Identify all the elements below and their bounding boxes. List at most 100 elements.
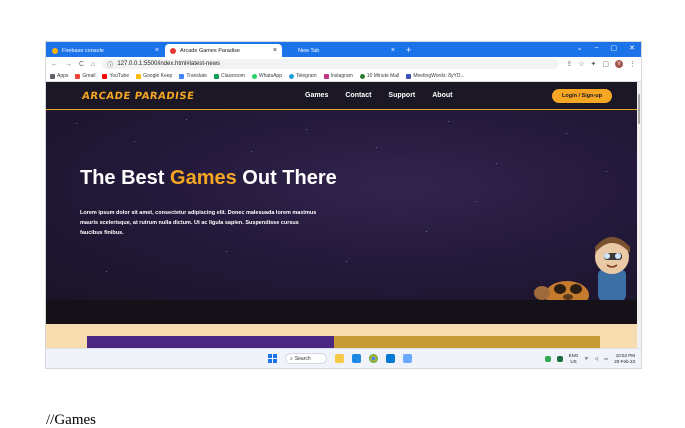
bookmark-telegram[interactable]: Telegram bbox=[288, 73, 317, 79]
forward-icon[interactable]: → bbox=[65, 61, 72, 68]
close-tab-icon[interactable]: × bbox=[273, 47, 277, 54]
home-icon[interactable]: ⌂ bbox=[91, 61, 95, 68]
extensions-icon[interactable]: ✦ bbox=[591, 60, 597, 68]
chrome-icon[interactable] bbox=[369, 354, 378, 363]
whatsapp-icon bbox=[251, 73, 257, 79]
notepad-icon[interactable] bbox=[403, 354, 412, 363]
hero-title-highlight: Games bbox=[170, 167, 237, 189]
taskbar-apps: ⌕ Search bbox=[268, 353, 412, 364]
bookmark-label: MeetingWords: 8yYD... bbox=[413, 73, 465, 79]
windows-taskbar: ⌕ Search ENG US ᯤ ◁ ▭ 10:53 PM 20-Feb-23 bbox=[46, 348, 641, 368]
login-signup-button[interactable]: Login / Sign-up bbox=[552, 89, 612, 103]
hero-title: The Best Games Out There bbox=[80, 167, 337, 190]
system-tray: ENG US ᯤ ◁ ▭ 10:53 PM 20-Feb-23 bbox=[544, 353, 635, 365]
apps-icon bbox=[50, 73, 55, 79]
windows-start-icon[interactable] bbox=[268, 354, 277, 363]
bookmark-google-keep[interactable]: Google Keep bbox=[136, 73, 172, 79]
bookmark-meetingwords[interactable]: MeetingWords: 8yYD... bbox=[406, 73, 465, 79]
bookmark-label: Apps bbox=[57, 73, 69, 79]
tab-arcade-games-paradise[interactable]: Arcade Games Paradise × bbox=[165, 44, 282, 57]
taskbar-search[interactable]: ⌕ Search bbox=[285, 353, 327, 364]
vscode-icon[interactable] bbox=[352, 354, 361, 363]
bookmark-youtube[interactable]: YouTube bbox=[102, 73, 129, 79]
games-banner-right bbox=[334, 336, 600, 348]
site-info-icon[interactable]: ⓘ bbox=[107, 60, 113, 69]
url-text: 127.0.0.1:5500/index.html#latest-news bbox=[117, 61, 221, 67]
profile-avatar[interactable]: V bbox=[615, 60, 623, 68]
bookmark-label: Gmail bbox=[82, 73, 96, 79]
hero-title-end: Out There bbox=[236, 167, 337, 189]
lang-bottom: US bbox=[570, 359, 577, 364]
bookmark-classroom[interactable]: Classroom bbox=[214, 73, 245, 79]
bookmark-10-minute-mail[interactable]: 10 Minute Mail bbox=[359, 73, 399, 79]
web-page: ARCADE PARADISE Games Contact Support Ab… bbox=[46, 82, 637, 348]
bookmark-whatsapp[interactable]: WhatsApp bbox=[251, 73, 282, 79]
bookmark-label: Classroom bbox=[221, 73, 245, 79]
telegram-icon bbox=[288, 73, 294, 79]
clock-date: 20-Feb-23 bbox=[614, 359, 635, 364]
new-tab-button[interactable]: + bbox=[406, 44, 411, 57]
site-favicon-icon bbox=[170, 47, 176, 54]
dark-section-divider bbox=[46, 300, 637, 324]
page-scrollbar[interactable] bbox=[637, 82, 641, 348]
tab-new-tab[interactable]: New Tab × bbox=[283, 44, 400, 57]
translate-icon bbox=[179, 73, 185, 79]
address-bar[interactable]: ⓘ 127.0.0.1:5500/index.html#latest-news bbox=[102, 59, 560, 69]
hero-section: The Best Games Out There Lorem ipsum dol… bbox=[46, 111, 637, 300]
nav-support[interactable]: Support bbox=[388, 92, 415, 99]
tab-title: Firebase console bbox=[62, 47, 104, 54]
tab-firebase-console[interactable]: Firebase console × bbox=[47, 44, 164, 57]
gmail-icon bbox=[75, 73, 81, 79]
back-icon[interactable]: ← bbox=[51, 61, 58, 68]
volume-icon[interactable]: ◁ bbox=[595, 356, 598, 362]
battery-icon[interactable]: ▭ bbox=[604, 356, 608, 362]
bookmark-label: Instagram bbox=[330, 73, 353, 79]
firebase-icon bbox=[52, 47, 58, 54]
instagram-icon bbox=[323, 73, 329, 79]
nav-games[interactable]: Games bbox=[305, 92, 328, 99]
toolbar-actions: ⇪ ☆ ✦ ▢ V ⋮ bbox=[566, 60, 636, 68]
maximize-icon[interactable]: ▢ bbox=[611, 44, 618, 52]
bookmark-gmail[interactable]: Gmail bbox=[75, 73, 95, 79]
bookmark-label: Google Keep bbox=[143, 73, 173, 79]
scrollbar-thumb[interactable] bbox=[638, 94, 640, 124]
site-logo[interactable]: ARCADE PARADISE bbox=[81, 91, 195, 102]
bookmark-instagram[interactable]: Instagram bbox=[323, 73, 353, 79]
bookmark-label: WhatsApp bbox=[258, 73, 282, 79]
close-window-icon[interactable]: ✕ bbox=[629, 44, 635, 52]
file-explorer-icon[interactable] bbox=[335, 354, 344, 363]
youtube-icon bbox=[102, 73, 108, 79]
share-icon[interactable]: ⇪ bbox=[566, 60, 572, 68]
tab-search-icon[interactable]: ⌄ bbox=[577, 44, 583, 52]
tray-excel-icon[interactable] bbox=[556, 356, 563, 362]
window-controls: ⌄ – ▢ ✕ bbox=[577, 44, 635, 52]
language-indicator[interactable]: ENG US bbox=[569, 353, 579, 365]
mail-icon[interactable] bbox=[386, 354, 395, 363]
tray-app-icon[interactable] bbox=[544, 356, 551, 362]
site-menu: Games Contact Support About bbox=[305, 92, 452, 99]
minimize-icon[interactable]: – bbox=[595, 44, 599, 52]
menu-icon[interactable]: ⋮ bbox=[629, 60, 636, 68]
nav-about[interactable]: About bbox=[432, 92, 452, 99]
tab-title: Arcade Games Paradise bbox=[180, 47, 240, 54]
bookmark-label: Translate bbox=[186, 73, 207, 79]
mail-icon bbox=[359, 73, 365, 79]
bookmark-label: YouTube bbox=[109, 73, 130, 79]
tab-title: New Tab bbox=[298, 47, 320, 54]
meetingwords-icon bbox=[406, 73, 412, 79]
keep-icon bbox=[136, 73, 142, 79]
search-icon: ⌕ bbox=[290, 355, 293, 362]
nav-contact[interactable]: Contact bbox=[345, 92, 371, 99]
site-navbar: ARCADE PARADISE Games Contact Support Ab… bbox=[46, 82, 637, 110]
side-panel-icon[interactable]: ▢ bbox=[602, 60, 609, 68]
browser-toolbar: ← → C ⌂ ⓘ 127.0.0.1:5500/index.html#late… bbox=[46, 57, 641, 71]
bookmark-translate[interactable]: Translate bbox=[179, 73, 207, 79]
reload-icon[interactable]: C bbox=[79, 61, 84, 68]
wifi-icon[interactable]: ᯤ bbox=[584, 356, 588, 362]
close-tab-icon[interactable]: × bbox=[155, 47, 159, 54]
tab-strip: Firebase console × Arcade Games Paradise… bbox=[46, 42, 641, 57]
bookmark-star-icon[interactable]: ☆ bbox=[578, 60, 584, 68]
close-tab-icon[interactable]: × bbox=[391, 47, 395, 54]
clock[interactable]: 10:53 PM 20-Feb-23 bbox=[614, 353, 635, 365]
bookmark-apps[interactable]: Apps bbox=[50, 73, 68, 79]
